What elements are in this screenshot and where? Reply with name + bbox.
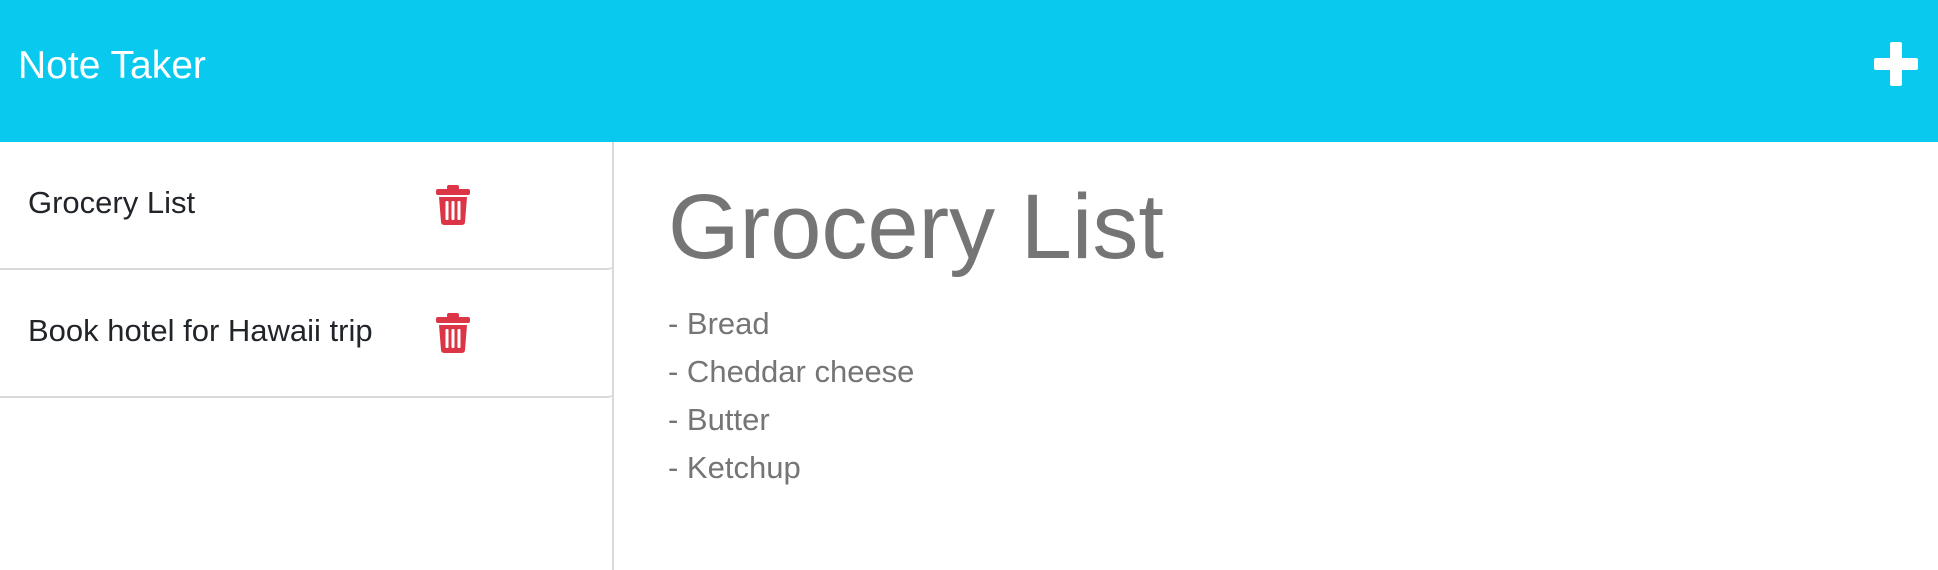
note-text-area[interactable]: - Bread - Cheddar cheese - Butter - Ketc… [668,300,914,492]
note-text-line: - Ketchup [668,450,801,485]
note-editor: Grocery List - Bread - Cheddar cheese - … [614,142,1938,570]
note-title-input[interactable]: Grocery List [668,172,1164,282]
trash-icon[interactable] [436,185,470,225]
note-text-line: - Cheddar cheese [668,354,915,389]
notes-sidebar: Grocery List Book hotel for Hawaii trip [0,142,614,570]
trash-icon[interactable] [436,313,470,353]
note-item-title[interactable]: Grocery List [28,182,195,224]
new-note-button[interactable] [1872,40,1920,88]
navbar: Note Taker [0,0,1938,142]
note-text-line: - Bread [668,306,770,341]
app-brand[interactable]: Note Taker [18,40,206,92]
note-list-item[interactable]: Grocery List [0,142,614,270]
note-list-item[interactable]: Book hotel for Hawaii trip [0,270,614,398]
note-text-line: - Butter [668,402,770,437]
note-item-title[interactable]: Book hotel for Hawaii trip [28,310,373,352]
plus-icon [1874,42,1918,86]
